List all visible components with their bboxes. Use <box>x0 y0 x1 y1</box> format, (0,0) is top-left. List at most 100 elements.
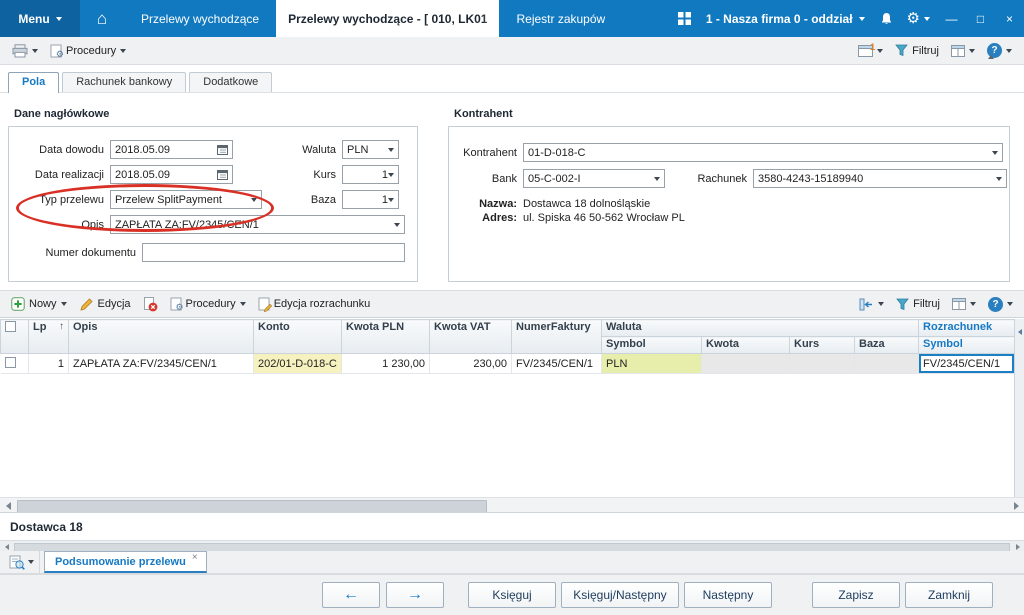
numer-dokumentu-input[interactable] <box>142 243 405 262</box>
close-button[interactable]: × <box>995 0 1024 37</box>
cell-konto[interactable]: 202/01-D-018-C <box>253 353 342 374</box>
typ-przelewu-select[interactable]: Przelew SplitPayment <box>110 190 262 209</box>
cell-waluta-kwota[interactable] <box>701 353 790 374</box>
window-tab-przelewy-active[interactable]: Przelewy wychodzące - [ 010, LK01 <box>276 0 500 37</box>
zapisz-button[interactable]: Zapisz <box>812 582 900 608</box>
scroll-left-button[interactable] <box>0 498 16 513</box>
row-checkbox[interactable] <box>4 356 16 368</box>
layout-button[interactable] <box>945 40 981 62</box>
tab-pola[interactable]: Pola <box>8 72 60 93</box>
chevron-down-icon <box>120 48 127 53</box>
maximize-button[interactable]: □ <box>966 0 995 37</box>
col-header-numer-faktury[interactable]: NumerFaktury <box>511 319 602 354</box>
cell-waluta-baza[interactable] <box>854 353 920 374</box>
grid-filtruj-button[interactable]: Filtruj <box>890 293 946 315</box>
nastepny-button[interactable]: Następny <box>684 582 772 608</box>
close-tab-icon[interactable]: × <box>192 552 198 563</box>
dock-panel-button[interactable] <box>853 293 890 315</box>
menu-button-label: Menu <box>18 11 50 26</box>
delete-icon <box>143 296 157 311</box>
baza-input[interactable]: 1 <box>342 190 399 209</box>
ksieguj-button[interactable]: Księguj <box>468 582 556 608</box>
col-header-konto[interactable]: Konto <box>253 319 342 354</box>
edit-document-icon <box>258 297 272 313</box>
col-header-waluta-kwota[interactable]: Kwota <box>701 336 790 354</box>
tab-podsumowanie-przelewu[interactable]: Podsumowanie przelewu × <box>44 551 207 573</box>
grid-layout-button[interactable] <box>946 293 982 315</box>
col-header-rozrachunek-symbol[interactable]: Symbol <box>918 336 1014 354</box>
usun-button[interactable] <box>137 293 164 315</box>
col-header-kwota-pln[interactable]: Kwota PLN <box>341 319 430 354</box>
col-header-lp[interactable]: Lp ↑ <box>28 319 69 354</box>
waluta-select[interactable]: PLN <box>342 140 399 159</box>
chevron-down-icon <box>251 197 257 202</box>
grid-procedury-button[interactable]: ⚙ Procedury <box>164 293 252 315</box>
grid-hscrollbar[interactable] <box>0 497 1024 513</box>
col-group-waluta[interactable]: Waluta <box>600 319 920 337</box>
window-tab-rejestr-zakupow[interactable]: Rejestr zakupów <box>499 0 622 37</box>
table-row[interactable]: 1 ZAPŁATA ZA:FV/2345/CEN/1 202/01-D-018-… <box>0 353 1014 374</box>
collapse-ribbon-icon[interactable] <box>988 55 994 59</box>
scroll-right-button[interactable] <box>1008 498 1024 513</box>
button-label: Księguj <box>492 588 532 602</box>
collapse-panel-strip[interactable] <box>1014 319 1024 497</box>
company-label: 1 - Nasza firma 0 - oddział <box>705 11 853 26</box>
menu-button[interactable]: Menu <box>0 0 80 37</box>
procedury-button[interactable]: ⚙ Procedury <box>44 40 132 62</box>
calendar-icon[interactable] <box>217 169 228 180</box>
opis-select[interactable]: ZAPŁATA ZA:FV/2345/CEN/1 <box>110 215 405 234</box>
group-kontrahent: Kontrahent 01-D-018-C Bank 05-C-002-I Ra… <box>448 126 1010 282</box>
cell-opis[interactable]: ZAPŁATA ZA:FV/2345/CEN/1 <box>68 353 254 374</box>
help-button[interactable]: ? <box>981 40 1018 62</box>
tab-rachunek-bankowy[interactable]: Rachunek bankowy <box>62 72 187 92</box>
bank-label: Bank <box>491 172 517 185</box>
grid-help-button[interactable]: ? <box>982 293 1019 315</box>
cell-numer-faktury[interactable]: FV/2345/CEN/1 <box>511 353 602 374</box>
cell-kwota-vat[interactable]: 230,00 <box>429 353 512 374</box>
next-record-button[interactable]: → <box>386 582 444 608</box>
data-dowodu-value: 2018.05.09 <box>115 143 171 156</box>
previous-record-button[interactable]: ← <box>322 582 380 608</box>
cell-waluta-symbol[interactable]: PLN <box>601 353 702 374</box>
calendar-icon[interactable] <box>217 144 228 155</box>
data-dowodu-input[interactable]: 2018.05.09 <box>110 140 233 159</box>
summary-view-button[interactable] <box>4 551 40 573</box>
col-header-waluta-symbol[interactable]: Symbol <box>601 336 702 354</box>
baza-value: 1 <box>381 193 388 206</box>
select-all-checkbox[interactable] <box>5 321 16 332</box>
settings-button[interactable]: ⚙ <box>900 0 937 37</box>
cell-waluta-kurs[interactable] <box>789 353 855 374</box>
tab-label: Dodatkowe <box>203 76 259 88</box>
open-windows-button[interactable]: 1 <box>852 40 889 62</box>
home-button[interactable]: ⌂ <box>80 0 124 37</box>
cell-rozrachunek-symbol[interactable]: FV/2345/CEN/1 <box>918 353 1014 374</box>
kurs-input[interactable]: 1 <box>342 165 399 184</box>
cell-lp[interactable]: 1 <box>28 353 69 374</box>
col-group-rozrachunek[interactable]: Rozrachunek <box>918 319 1014 337</box>
col-header-kwota-vat[interactable]: Kwota VAT <box>429 319 512 354</box>
apps-grid-button[interactable] <box>671 0 698 37</box>
filtruj-button[interactable]: Filtruj <box>889 40 945 62</box>
data-realizacji-input[interactable]: 2018.05.09 <box>110 165 233 184</box>
edycja-rozrachunku-button[interactable]: Edycja rozrachunku <box>252 293 377 315</box>
rachunek-label: Rachunek <box>697 172 747 185</box>
window-tab-przelewy[interactable]: Przelewy wychodzące <box>124 0 276 37</box>
button-label: Zamknij <box>927 588 970 602</box>
notifications-button[interactable] <box>873 0 900 37</box>
company-selector[interactable]: 1 - Nasza firma 0 - oddział <box>698 0 873 37</box>
rachunek-select[interactable]: 3580-4243-15189940 <box>753 169 1007 188</box>
edycja-button[interactable]: Edycja <box>73 293 137 315</box>
kontrahent-select[interactable]: 01-D-018-C <box>523 143 1003 162</box>
cell-kwota-pln[interactable]: 1 230,00 <box>341 353 430 374</box>
tab-dodatkowe[interactable]: Dodatkowe <box>189 72 273 92</box>
col-header-waluta-baza[interactable]: Baza <box>853 336 920 354</box>
col-header-opis[interactable]: Opis <box>68 319 254 354</box>
zamknij-button[interactable]: Zamknij <box>905 582 993 608</box>
ksieguj-nastepny-button[interactable]: Księguj/Następny <box>561 582 679 608</box>
bank-select[interactable]: 05-C-002-I <box>523 169 665 188</box>
col-header-waluta-kurs[interactable]: Kurs <box>789 336 855 354</box>
minimize-button[interactable]: — <box>937 0 966 37</box>
print-button[interactable] <box>6 40 44 62</box>
procedury-label: Procedury <box>185 298 236 310</box>
nowy-button[interactable]: Nowy <box>5 293 73 315</box>
